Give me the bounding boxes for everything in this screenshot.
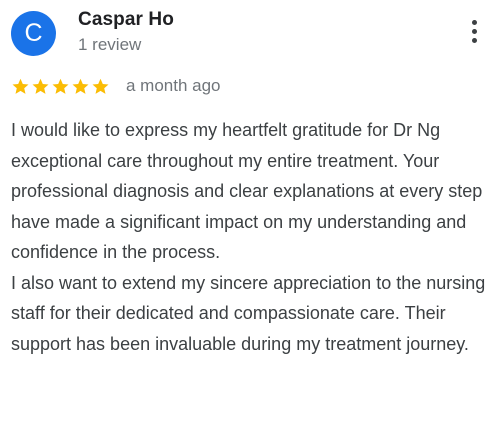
review-date: a month ago: [126, 76, 221, 95]
more-vert-icon: [472, 20, 477, 25]
more-vert-icon-dot: [472, 38, 477, 43]
reviewer-name[interactable]: Caspar Ho: [78, 9, 174, 31]
star-rating: [11, 74, 111, 98]
star-icon: [52, 78, 69, 94]
more-options-button[interactable]: [462, 16, 488, 48]
star-icon: [92, 78, 109, 94]
avatar[interactable]: C: [11, 11, 56, 56]
star-icon: [72, 78, 89, 94]
star-icon: [32, 78, 49, 94]
review-text: I would like to express my heartfelt gra…: [11, 115, 497, 359]
review-card: C Caspar Ho 1 review a month ago I would…: [0, 0, 498, 424]
more-vert-icon-dot: [472, 29, 477, 34]
avatar-initial: C: [24, 19, 43, 47]
review-paragraph: I also want to extend my sincere appreci…: [11, 272, 486, 354]
star-icon: [12, 78, 29, 94]
review-count[interactable]: 1 review: [78, 35, 141, 55]
review-paragraph: I would like to express my heartfelt gra…: [11, 120, 483, 262]
